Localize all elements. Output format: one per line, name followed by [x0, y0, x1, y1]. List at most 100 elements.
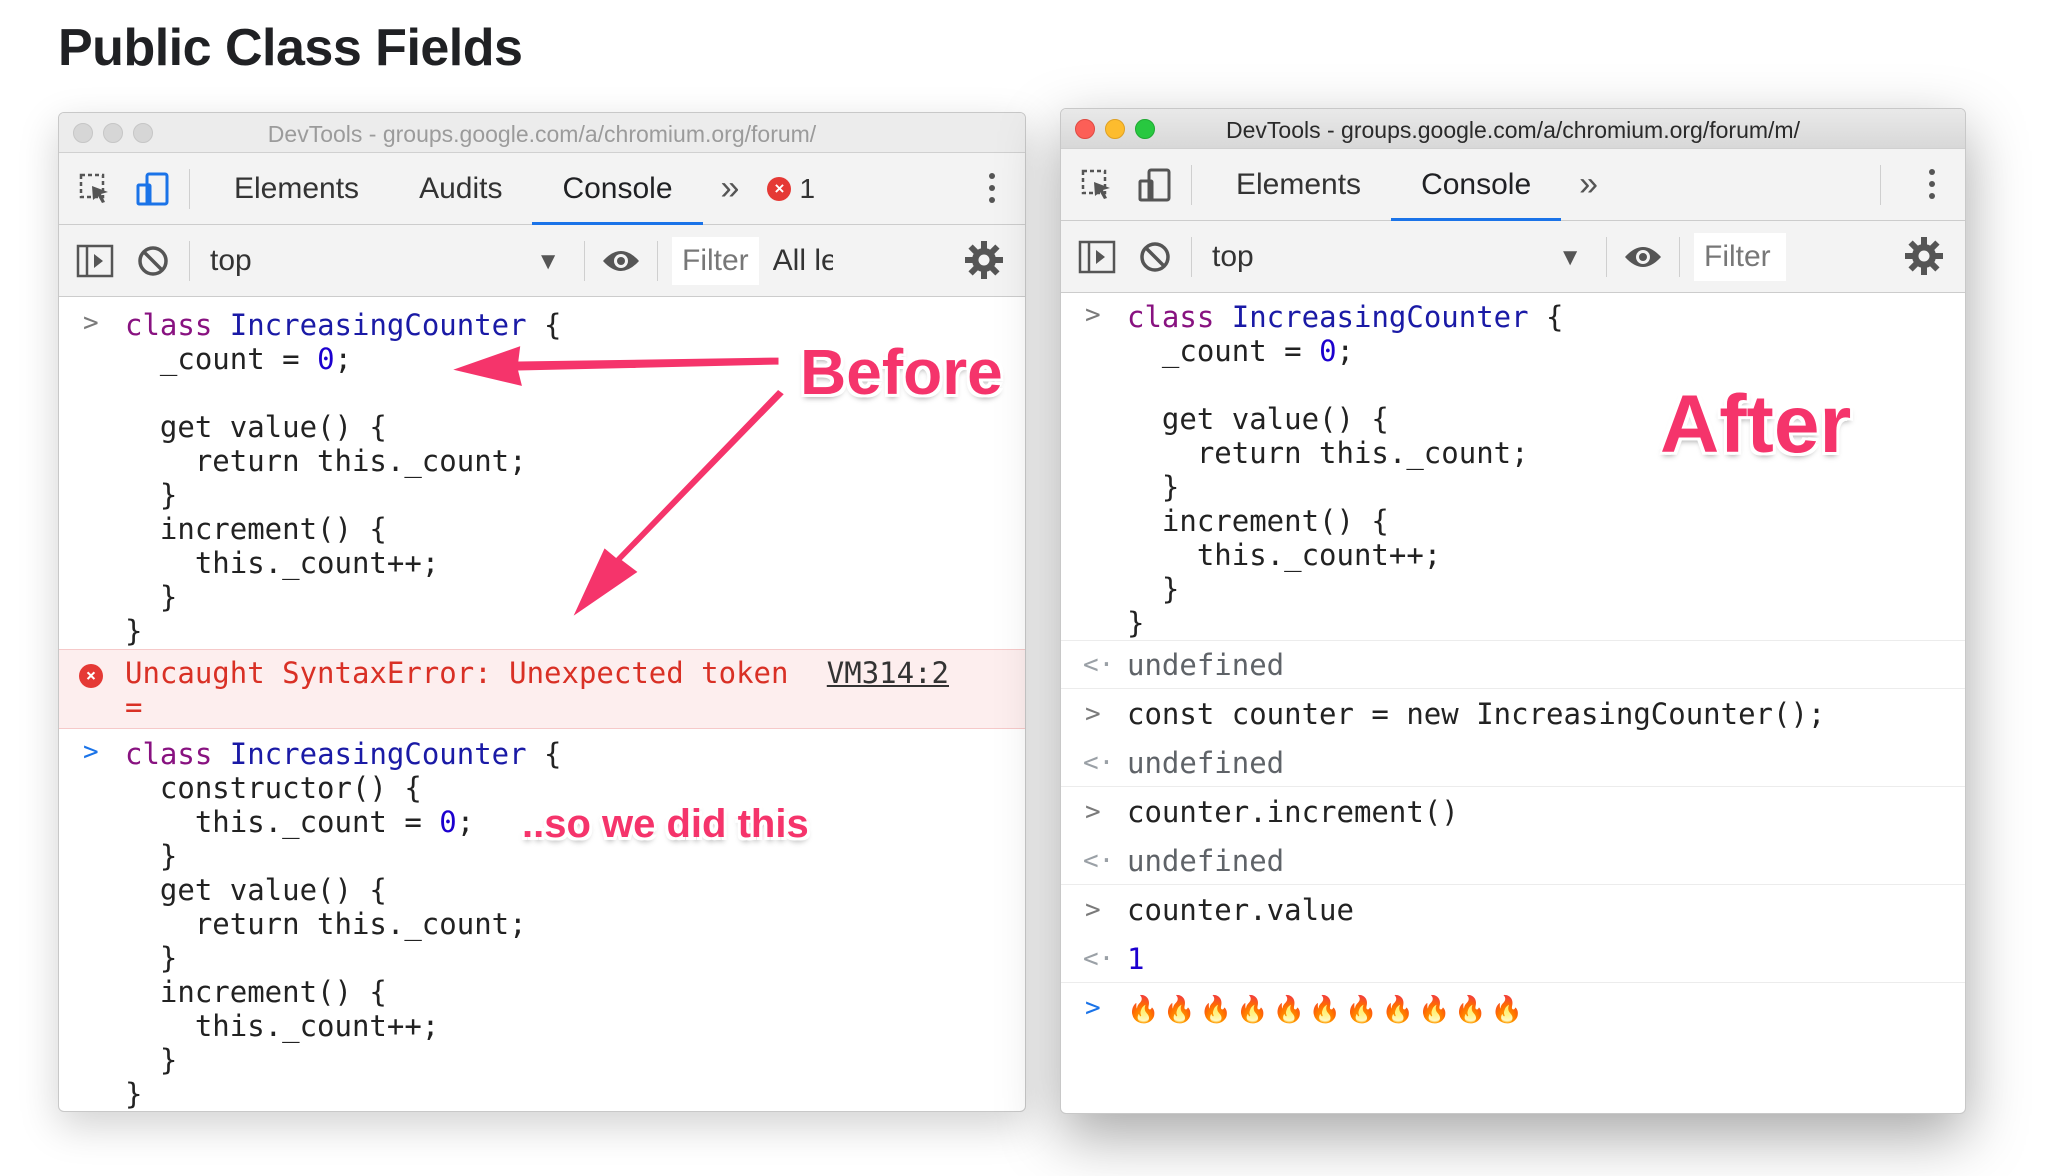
more-options-icon[interactable]	[1929, 169, 1935, 199]
code-line: this._count++;	[1127, 538, 1442, 572]
more-tabs-button[interactable]: »	[703, 169, 758, 208]
input-prompt-icon: >	[1085, 895, 1101, 925]
toolbar-divider	[1191, 164, 1192, 205]
error-source-link[interactable]: VM314:2	[827, 656, 949, 690]
console-input-increment: > counter.increment()	[1061, 787, 1965, 837]
code-class-name: IncreasingCounter	[229, 308, 527, 342]
annotation-before: Before	[800, 336, 1003, 408]
code-line: return this._count;	[125, 907, 527, 941]
console-messages: > class IncreasingCounter { _count = 0; …	[59, 298, 1025, 1111]
code-text: _count =	[1127, 334, 1320, 368]
code-line: get value() {	[125, 873, 387, 907]
console-output-number: <· 1	[1061, 935, 1965, 983]
code-text: {	[526, 308, 562, 342]
sidebar-toggle-icon[interactable]	[73, 239, 117, 283]
output-prompt-icon: <·	[1083, 944, 1115, 974]
code-number: 0	[1319, 334, 1337, 368]
toolbar-divider	[657, 240, 658, 281]
code-keyword: class	[125, 308, 230, 342]
output-prompt-icon: <·	[1083, 748, 1115, 778]
inspect-element-icon[interactable]	[73, 167, 117, 211]
device-toolbar-icon[interactable]	[1133, 163, 1177, 207]
eye-icon[interactable]	[1621, 235, 1665, 279]
input-command: counter.increment()	[1127, 795, 1459, 829]
window-titlebar: DevTools - groups.google.com/a/chromium.…	[1061, 109, 1965, 149]
filter-input[interactable]: Filter	[1694, 232, 1786, 281]
more-tabs-button[interactable]: »	[1561, 165, 1616, 204]
toolbar-divider	[1679, 236, 1680, 277]
code-text: {	[526, 737, 562, 771]
window-title: DevTools - groups.google.com/a/chromium.…	[1226, 117, 1800, 143]
dropdown-arrow-icon: ▼	[536, 247, 560, 275]
context-value: top	[210, 243, 252, 277]
gear-icon[interactable]	[1903, 235, 1945, 282]
code-line: }	[125, 1077, 143, 1111]
context-value: top	[1212, 239, 1254, 273]
console-input-const: > const counter = new IncreasingCounter()…	[1061, 689, 1965, 739]
annotation-after: After	[1660, 379, 1852, 470]
toolbar-divider	[584, 240, 585, 281]
fire-emoji-input[interactable]: 🔥🔥🔥🔥🔥🔥🔥🔥🔥🔥🔥	[1127, 995, 1527, 1025]
output-prompt-icon: <·	[1083, 650, 1115, 680]
context-selector[interactable]: top ▼	[1212, 240, 1592, 274]
error-icon: ×	[79, 664, 103, 688]
code-line: class IncreasingCounter {	[1127, 300, 1965, 334]
input-command: counter.value	[1127, 893, 1354, 927]
console-toolbar: top ▼ Filter All le	[59, 225, 1025, 297]
output-value: undefined	[1127, 648, 1285, 682]
more-options-icon[interactable]	[989, 173, 995, 203]
filter-input[interactable]: Filter	[672, 236, 759, 285]
code-line: }	[1127, 470, 1180, 504]
console-input-value: > counter.value	[1061, 885, 1965, 935]
code-keyword: class	[125, 737, 230, 771]
device-toolbar-icon[interactable]	[131, 167, 175, 211]
code-number: 0	[439, 805, 457, 839]
code-keyword: class	[1127, 300, 1232, 334]
code-line: }	[125, 1043, 178, 1077]
eye-icon[interactable]	[599, 239, 643, 283]
log-levels-dropdown[interactable]: All le	[773, 244, 833, 278]
tab-audits[interactable]: Audits	[389, 153, 532, 225]
gear-icon[interactable]	[963, 239, 1005, 286]
input-prompt-icon: >	[1085, 993, 1101, 1023]
console-prompt-input[interactable]: > 🔥🔥🔥🔥🔥🔥🔥🔥🔥🔥🔥	[1061, 983, 1965, 1033]
output-value: undefined	[1127, 844, 1285, 878]
code-line: }	[125, 614, 143, 648]
toolbar-divider	[1606, 236, 1607, 277]
devtools-window-after: DevTools - groups.google.com/a/chromium.…	[1060, 108, 1966, 1114]
code-line: }	[125, 478, 178, 512]
code-line: return this._count;	[125, 444, 527, 478]
code-number: 0	[317, 342, 335, 376]
code-line: }	[125, 941, 178, 975]
code-text: ;	[334, 342, 352, 376]
window-titlebar: DevTools - groups.google.com/a/chromium.…	[59, 113, 1025, 153]
annotation-so-we-did-this: ..so we did this	[522, 802, 809, 846]
clear-console-icon[interactable]	[131, 239, 175, 283]
code-line: }	[125, 580, 178, 614]
tab-elements[interactable]: Elements	[1206, 149, 1391, 221]
error-icon: ×	[767, 176, 792, 201]
window-title: DevTools - groups.google.com/a/chromium.…	[267, 121, 817, 147]
code-line: }	[1127, 606, 1145, 640]
code-text: {	[1528, 300, 1564, 334]
slide-title: Public Class Fields	[58, 19, 523, 77]
code-line: this._count++;	[125, 546, 440, 580]
inspect-element-icon[interactable]	[1075, 163, 1119, 207]
input-prompt-icon: >	[1085, 797, 1101, 827]
output-value: 1	[1127, 942, 1145, 976]
code-text: ;	[456, 805, 475, 839]
tab-console[interactable]: Console	[532, 153, 703, 226]
sidebar-toggle-icon[interactable]	[1075, 235, 1119, 279]
clear-console-icon[interactable]	[1133, 235, 1177, 279]
devtools-window-before: DevTools - groups.google.com/a/chromium.…	[58, 112, 1026, 1112]
console-toolbar: top ▼ Filter	[1061, 221, 1965, 293]
code-line: increment() {	[1127, 504, 1389, 538]
input-command: const counter = new IncreasingCounter();	[1127, 697, 1826, 731]
toolbar-divider	[1880, 164, 1881, 205]
code-class-name: IncreasingCounter	[1231, 300, 1529, 334]
error-counter[interactable]: × 1	[767, 173, 815, 205]
tab-elements[interactable]: Elements	[204, 153, 389, 225]
context-selector[interactable]: top ▼	[210, 244, 570, 278]
devtools-tabbar: Elements Console »	[1061, 149, 1965, 222]
tab-console[interactable]: Console	[1391, 149, 1562, 222]
